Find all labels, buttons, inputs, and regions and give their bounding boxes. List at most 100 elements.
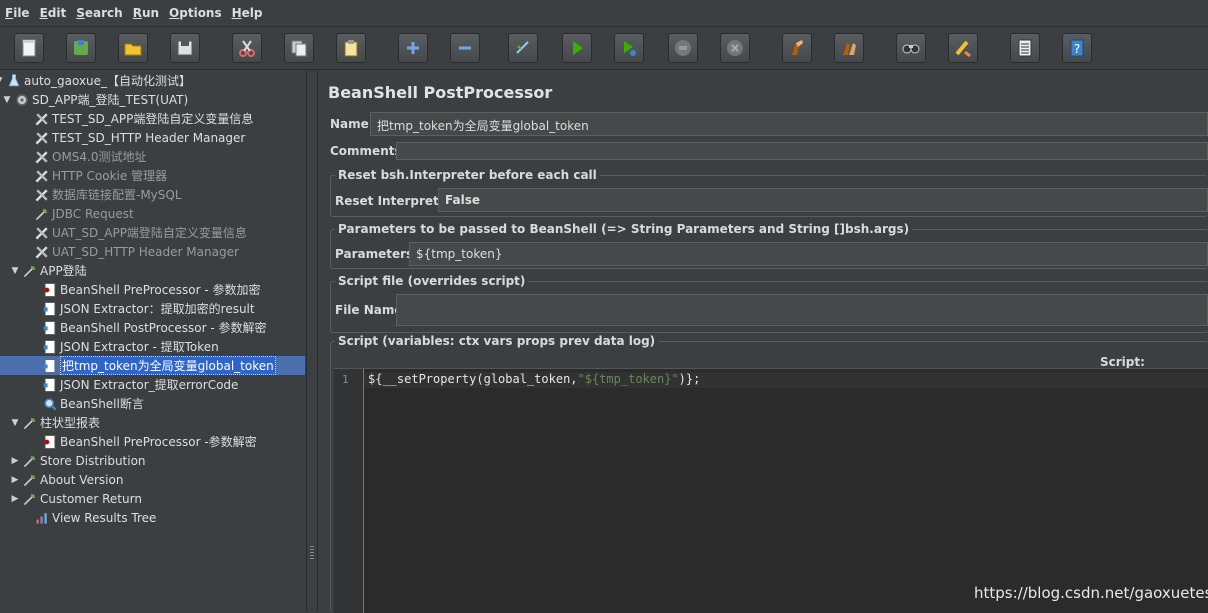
- function-helper-button[interactable]: [1010, 33, 1040, 63]
- tree-node[interactable]: ▶ About Version: [10, 470, 124, 489]
- shutdown-icon: [727, 40, 743, 56]
- tree-node[interactable]: JSON Extractor - 提取Token: [42, 337, 219, 356]
- element-config-panel: BeanShell PostProcessor Name: 把tmp_token…: [318, 70, 1208, 613]
- sampler-icon: [23, 454, 36, 467]
- stop-button[interactable]: [668, 33, 698, 63]
- postprocessor-icon: [43, 358, 56, 373]
- new-icon: [22, 39, 36, 57]
- menu-item[interactable]: Options: [164, 6, 227, 20]
- tree-node[interactable]: HTTP Cookie 管理器: [34, 166, 167, 185]
- help-button[interactable]: ?: [1062, 33, 1092, 63]
- tree-node-icon: [42, 282, 58, 298]
- sampler-icon: [35, 207, 48, 220]
- copy-button[interactable]: [284, 33, 314, 63]
- open-button[interactable]: [118, 33, 148, 63]
- tree-node[interactable]: TEST_SD_HTTP Header Manager: [34, 128, 245, 147]
- cut-button[interactable]: [232, 33, 262, 63]
- tree-node[interactable]: ▼ 柱状型报表: [10, 413, 100, 432]
- shutdown-button[interactable]: [720, 33, 750, 63]
- tree-expander-icon[interactable]: ▼: [0, 76, 4, 86]
- tree-node[interactable]: 数据库链接配置-MySQL: [34, 185, 182, 204]
- tree-node[interactable]: ▼ APP登陆: [10, 261, 87, 280]
- parameters-field[interactable]: ${tmp_token}: [409, 242, 1208, 266]
- menu-mnemonic: F: [5, 6, 14, 20]
- toggle-icon: [516, 41, 529, 54]
- preprocessor-icon: [44, 434, 56, 449]
- menu-item[interactable]: Run: [128, 6, 164, 20]
- split-pane-divider[interactable]: [307, 70, 318, 612]
- menu-label-rest: dit: [47, 6, 67, 20]
- tree-node-icon: [22, 263, 38, 279]
- start-button[interactable]: [562, 33, 592, 63]
- tree-expander-icon[interactable]: ▼: [10, 266, 20, 276]
- clear-all-button[interactable]: [834, 33, 864, 63]
- tree-node[interactable]: ▶ Store Distribution: [10, 451, 146, 470]
- assertion-icon: [44, 397, 57, 410]
- tree-node[interactable]: View Results Tree: [34, 508, 156, 527]
- expand-button[interactable]: [398, 33, 428, 63]
- tree-node-icon: [42, 377, 58, 393]
- templates-button[interactable]: [66, 33, 96, 63]
- menu-item[interactable]: File: [0, 6, 35, 20]
- tree-node[interactable]: ▶ Customer Return: [10, 489, 142, 508]
- tree-expander-icon[interactable]: ▶: [10, 475, 20, 485]
- splitter-grip[interactable]: [310, 546, 314, 560]
- tree-node-icon: [42, 358, 58, 374]
- tree-node[interactable]: BeanShell PreProcessor - 参数加密: [42, 280, 261, 299]
- listener-icon: [36, 512, 47, 524]
- save-icon: [177, 40, 193, 56]
- tree-node-icon: [34, 149, 50, 165]
- tree-expander-icon[interactable]: ▼: [10, 418, 20, 428]
- search-button[interactable]: [896, 33, 926, 63]
- tree-node-icon: [34, 225, 50, 241]
- tree-node-label: JDBC Request: [52, 206, 134, 221]
- reset-search-button[interactable]: [948, 33, 978, 63]
- tree-node[interactable]: JDBC Request: [34, 204, 134, 223]
- sampler-icon: [23, 492, 36, 505]
- postprocessor-icon: [43, 339, 56, 354]
- start-no-pause-button[interactable]: [614, 33, 644, 63]
- new-button[interactable]: [14, 33, 44, 63]
- script-editor[interactable]: 1 ${__setProperty(global_token,"${tmp_to…: [334, 368, 1208, 613]
- comments-field[interactable]: [396, 142, 1208, 160]
- tree-node[interactable]: JSON Extractor_提取errorCode: [42, 375, 238, 394]
- script-code-line[interactable]: ${__setProperty(global_token,"${tmp_toke…: [368, 372, 700, 386]
- tree-expander-icon[interactable]: ▶: [10, 456, 20, 466]
- tree-node-icon: [42, 320, 58, 336]
- tree-node[interactable]: JSON Extractor：提取加密的result: [42, 299, 255, 318]
- collapse-icon: [459, 46, 471, 50]
- toggle-button[interactable]: [508, 33, 538, 63]
- tree-node[interactable]: BeanShell PostProcessor - 参数解密: [42, 318, 267, 337]
- tree-node[interactable]: UAT_SD_HTTP Header Manager: [34, 242, 239, 261]
- menu-item[interactable]: Search: [71, 6, 127, 20]
- name-field[interactable]: 把tmp_token为全局变量global_token: [370, 112, 1208, 136]
- menu-item[interactable]: Edit: [35, 6, 72, 20]
- function-helper-icon: [1018, 39, 1032, 57]
- tree-node[interactable]: BeanShell PreProcessor -参数解密: [42, 432, 257, 451]
- tree-node[interactable]: ▼ auto_gaoxue_【自动化测试】: [0, 71, 191, 90]
- menu-label-rest: ile: [13, 6, 30, 20]
- tree-node-label: About Version: [40, 472, 124, 487]
- paste-button[interactable]: [336, 33, 366, 63]
- tree-node[interactable]: BeanShell断言: [42, 394, 144, 413]
- file-name-field[interactable]: [396, 294, 1208, 326]
- tree-node[interactable]: ▼ SD_APP端_登陆_TEST(UAT): [2, 90, 189, 109]
- tree-node[interactable]: UAT_SD_APP端登陆自定义变量信息: [34, 223, 247, 242]
- tree-node-icon: [42, 434, 58, 450]
- parameters-group-title: Parameters to be passed to BeanShell (=>…: [335, 222, 913, 236]
- clear-button[interactable]: [782, 33, 812, 63]
- tree-expander-icon[interactable]: ▼: [2, 95, 12, 105]
- tree-node[interactable]: OMS4.0测试地址: [34, 147, 147, 166]
- menu-item[interactable]: Help: [227, 6, 268, 20]
- reset-interpreter-select[interactable]: False: [438, 188, 1208, 212]
- postprocessor-icon: [43, 320, 56, 335]
- paste-icon: [344, 40, 358, 57]
- tree-expander-icon[interactable]: ▶: [10, 494, 20, 504]
- collapse-button[interactable]: [450, 33, 480, 63]
- code-suffix: )};: [678, 372, 701, 386]
- save-button[interactable]: [170, 33, 200, 63]
- menu-bar: File Edit Search Run Options Help: [0, 0, 1208, 27]
- tree-node-selected[interactable]: 把tmp_token为全局变量global_token: [42, 356, 276, 375]
- tree-node[interactable]: TEST_SD_APP端登陆自定义变量信息: [34, 109, 253, 128]
- toolbar: ?: [0, 27, 1208, 70]
